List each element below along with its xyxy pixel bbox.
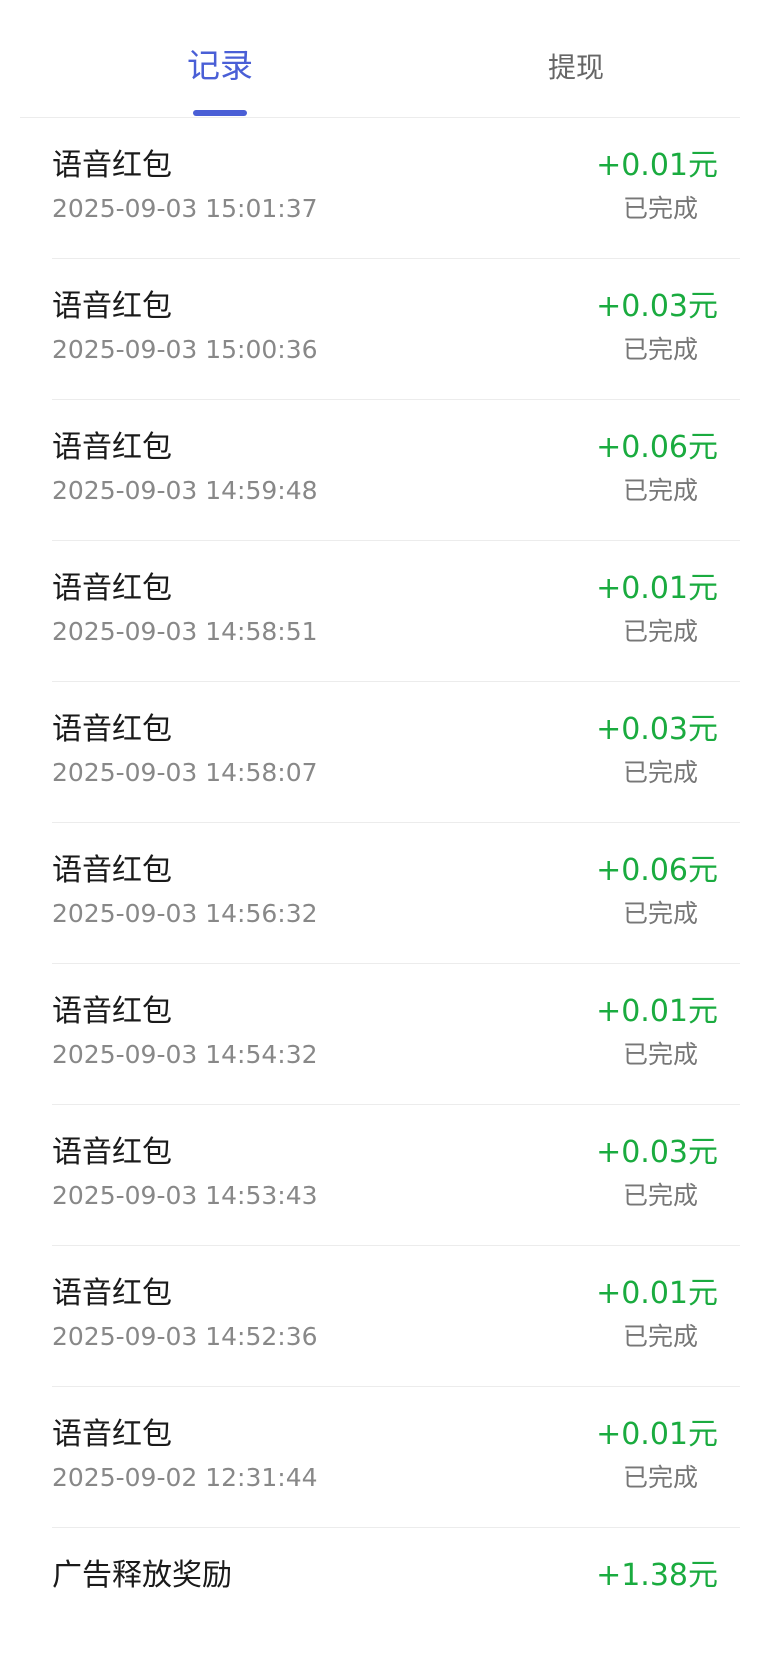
record-time: 2025-09-03 14:56:32 (52, 899, 318, 928)
record-title: 语音红包 (52, 1135, 172, 1170)
record-title: 语音红包 (52, 712, 172, 747)
record-amount: +0.01元 (596, 148, 718, 183)
record-time: 2025-09-03 14:53:43 (52, 1181, 318, 1210)
record-time: 2025-09-03 14:52:36 (52, 1322, 318, 1351)
record-amount: +0.03元 (596, 1135, 718, 1170)
record-status: 已完成 (622, 194, 698, 223)
list-item[interactable]: 语音红包 2025-09-03 14:53:43 +0.03元 已完成 (52, 1105, 740, 1246)
record-title: 语音红包 (52, 1276, 172, 1311)
record-status: 已完成 (622, 1181, 698, 1210)
record-title: 语音红包 (52, 853, 172, 888)
record-amount: +0.01元 (596, 571, 718, 606)
list-item[interactable]: 语音红包 2025-09-03 15:00:36 +0.03元 已完成 (52, 259, 740, 400)
tab-withdraw[interactable]: 提现 (506, 48, 646, 88)
record-amount: +0.01元 (596, 994, 718, 1029)
list-item[interactable]: 语音红包 2025-09-03 14:56:32 +0.06元 已完成 (52, 823, 740, 964)
list-item[interactable]: 语音红包 2025-09-03 14:59:48 +0.06元 已完成 (52, 400, 740, 541)
record-time: 2025-09-03 14:58:07 (52, 758, 318, 787)
record-title: 语音红包 (52, 1417, 172, 1452)
record-status: 已完成 (622, 758, 698, 787)
tab-records[interactable]: 记录 (150, 46, 290, 86)
record-amount: +0.01元 (596, 1417, 718, 1452)
active-tab-indicator (193, 110, 247, 116)
list-item[interactable]: 语音红包 2025-09-03 14:58:07 +0.03元 已完成 (52, 682, 740, 823)
record-time: 2025-09-02 12:31:44 (52, 1463, 318, 1492)
record-time: 2025-09-03 14:54:32 (52, 1040, 318, 1069)
record-status: 已完成 (622, 1040, 698, 1069)
list-item[interactable]: 广告释放奖励 +1.38元 (52, 1528, 740, 1668)
record-title: 语音红包 (52, 289, 172, 324)
record-status: 已完成 (622, 1322, 698, 1351)
record-amount: +0.03元 (596, 712, 718, 747)
record-time: 2025-09-03 14:59:48 (52, 476, 318, 505)
record-status: 已完成 (622, 617, 698, 646)
tab-bar: 记录 提现 (20, 0, 740, 118)
record-status: 已完成 (622, 476, 698, 505)
record-title: 广告释放奖励 (52, 1558, 232, 1593)
list-item[interactable]: 语音红包 2025-09-03 14:54:32 +0.01元 已完成 (52, 964, 740, 1105)
record-status: 已完成 (622, 1463, 698, 1492)
record-amount: +0.06元 (596, 853, 718, 888)
record-title: 语音红包 (52, 430, 172, 465)
record-amount: +0.03元 (596, 289, 718, 324)
list-item[interactable]: 语音红包 2025-09-03 15:01:37 +0.01元 已完成 (52, 118, 740, 259)
record-title: 语音红包 (52, 994, 172, 1029)
record-time: 2025-09-03 15:01:37 (52, 194, 318, 223)
record-time: 2025-09-03 14:58:51 (52, 617, 318, 646)
list-item[interactable]: 语音红包 2025-09-03 14:52:36 +0.01元 已完成 (52, 1246, 740, 1387)
record-title: 语音红包 (52, 571, 172, 606)
record-status: 已完成 (622, 335, 698, 364)
record-amount: +1.38元 (596, 1558, 718, 1593)
record-time: 2025-09-03 15:00:36 (52, 335, 318, 364)
record-status: 已完成 (622, 899, 698, 928)
record-amount: +0.01元 (596, 1276, 718, 1311)
record-title: 语音红包 (52, 148, 172, 183)
list-item[interactable]: 语音红包 2025-09-03 14:58:51 +0.01元 已完成 (52, 541, 740, 682)
record-list: 语音红包 2025-09-03 15:01:37 +0.01元 已完成 语音红包… (52, 118, 740, 1668)
list-item[interactable]: 语音红包 2025-09-02 12:31:44 +0.01元 已完成 (52, 1387, 740, 1528)
record-amount: +0.06元 (596, 430, 718, 465)
